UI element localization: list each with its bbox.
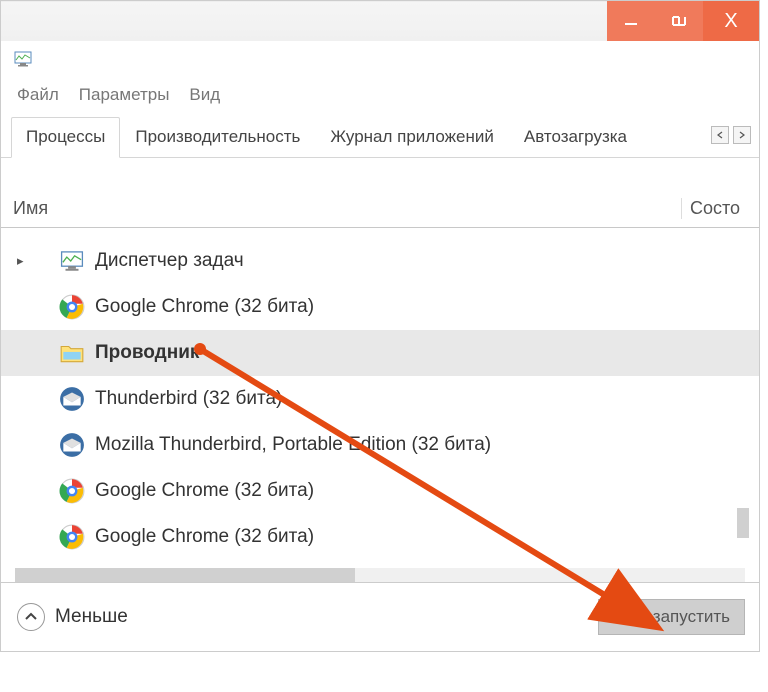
fewer-details-label: Меньше [55,606,128,628]
tab-scroll-right[interactable] [733,126,751,144]
chrome-icon [59,524,85,550]
task-manager-icon [13,50,33,68]
process-label: Google Chrome (32 бита) [95,296,314,318]
menu-params[interactable]: Параметры [79,85,170,105]
menu-view[interactable]: Вид [189,85,220,105]
process-label: Mozilla Thunderbird, Portable Edition (3… [95,434,491,456]
tab-startup[interactable]: Автозагрузка [509,117,642,157]
menu-file[interactable]: Файл [17,85,59,105]
close-button[interactable]: X [703,1,759,41]
horizontal-scrollbar[interactable] [15,568,745,582]
tab-app-history[interactable]: Журнал приложений [315,117,509,157]
fewer-details-button[interactable]: Меньше [17,603,128,631]
column-status[interactable]: Состо [681,198,751,219]
close-icon: X [724,11,737,31]
process-row-chrome2[interactable]: Google Chrome (32 бита) [1,468,759,514]
titlebar: X [1,1,759,41]
process-label: Google Chrome (32 бита) [95,480,314,502]
process-label: Thunderbird (32 бита) [95,388,282,410]
task-manager-icon [59,248,85,274]
process-row-chrome3[interactable]: Google Chrome (32 бита) [1,514,759,560]
tab-processes[interactable]: Процессы [11,117,120,158]
titlebar-spacer [1,1,607,41]
footer: Меньше Перезапустить [1,582,759,651]
menubar: Файл Параметры Вид [1,77,759,117]
chevron-up-circle-icon [17,603,45,631]
process-row-thunderbird[interactable]: Thunderbird (32 бита) [1,376,759,422]
tab-scroll-nav [711,126,751,148]
process-list: ▸ Диспетчер задач Google Chrome (32 бита… [1,228,759,582]
minimize-icon [624,14,638,28]
process-row-task-manager[interactable]: ▸ Диспетчер задач [1,238,759,284]
restart-button[interactable]: Перезапустить [598,599,745,635]
tab-performance[interactable]: Производительность [120,117,315,157]
process-row-chrome1[interactable]: Google Chrome (32 бита) [1,284,759,330]
process-label: Проводник [95,342,199,364]
process-row-explorer[interactable]: Проводник [1,330,759,376]
column-headers: Имя Состо [1,158,759,228]
maximize-button[interactable] [655,1,703,41]
explorer-icon [59,340,85,366]
thunderbird-icon [59,432,85,458]
expand-arrow-icon[interactable]: ▸ [17,253,37,269]
chrome-icon [59,478,85,504]
chevron-right-icon [738,131,746,139]
vertical-scrollbar[interactable] [737,508,749,538]
scrollbar-thumb[interactable] [15,568,355,582]
tab-strip: Процессы Производительность Журнал прило… [1,117,759,158]
minimize-button[interactable] [607,1,655,41]
process-row-thunderbird-portable[interactable]: Mozilla Thunderbird, Portable Edition (3… [1,422,759,468]
app-icon-row [1,41,759,77]
chrome-icon [59,294,85,320]
process-label: Google Chrome (32 бита) [95,526,314,548]
chevron-left-icon [716,131,724,139]
thunderbird-icon [59,386,85,412]
tab-scroll-left[interactable] [711,126,729,144]
process-label: Диспетчер задач [95,250,244,272]
task-manager-window: X Файл Параметры Вид Процессы Производит… [0,0,760,652]
column-name[interactable]: Имя [13,198,681,219]
maximize-icon [671,13,687,29]
